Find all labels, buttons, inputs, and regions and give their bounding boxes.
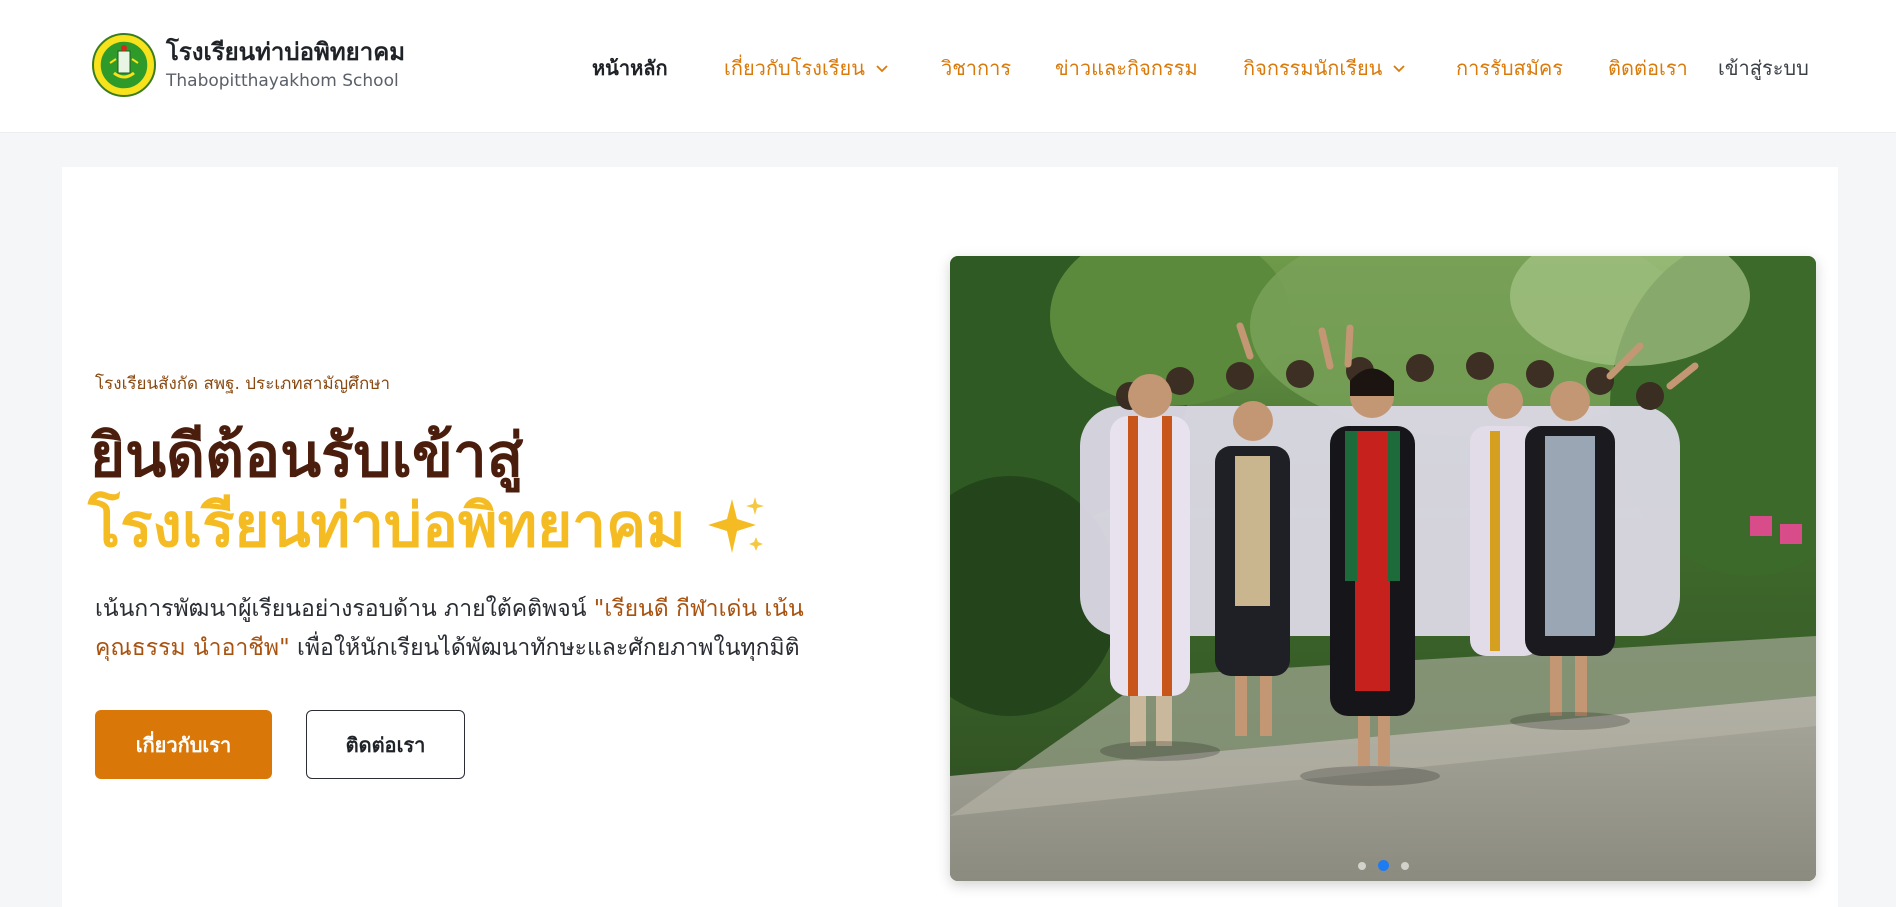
login-link[interactable]: เข้าสู่ระบบ bbox=[1718, 50, 1809, 86]
nav-item-label: หน้าหลัก bbox=[592, 56, 668, 80]
description-text: เน้นการพัฒนาผู้เรียนอย่างรอบด้าน ภายใต้ค… bbox=[95, 596, 594, 622]
nav-item-contact[interactable]: ติดต่อเรา bbox=[1608, 50, 1688, 86]
nav-item-about-school[interactable]: เกี่ยวกับโรงเรียน bbox=[724, 50, 889, 86]
nav-item-academics[interactable]: วิชาการ bbox=[941, 50, 1011, 86]
nav-item-label: การรับสมัคร bbox=[1456, 56, 1564, 80]
nav-item-admissions[interactable]: การรับสมัคร bbox=[1456, 50, 1563, 86]
hero-description: เน้นการพัฒนาผู้เรียนอย่างรอบด้าน ภายใต้ค… bbox=[95, 590, 855, 668]
carousel-dot[interactable] bbox=[1357, 861, 1366, 870]
nav-item-student-activities[interactable]: กิจกรรมนักเรียน bbox=[1243, 50, 1406, 86]
login-label: เข้าสู่ระบบ bbox=[1718, 56, 1809, 80]
hero-title-line1: ยินดีต้อนรับเข้าสู่ bbox=[90, 421, 524, 491]
nav-item-label: เกี่ยวกับโรงเรียน bbox=[724, 56, 865, 80]
carousel-dot[interactable] bbox=[1400, 861, 1409, 870]
description-text: เพื่อให้นักเรียนได้พัฒนาทักษะและศักยภาพใ… bbox=[289, 635, 800, 661]
sparkles-icon bbox=[707, 497, 764, 553]
nav-item-news-activities[interactable]: ข่าวและกิจกรรม bbox=[1055, 50, 1198, 86]
chevron-down-icon bbox=[1393, 65, 1405, 73]
hero-eyebrow: โรงเรียนสังกัด สพฐ. ประเภทสามัญศึกษา bbox=[95, 374, 390, 394]
hero-carousel[interactable] bbox=[950, 256, 1816, 881]
nav-item-label: ข่าวและกิจกรรม bbox=[1055, 56, 1198, 80]
main-nav: หน้าหลัก เกี่ยวกับโรงเรียน วิชาการ ข่าวแ… bbox=[0, 50, 1896, 86]
nav-item-label: วิชาการ bbox=[941, 56, 1012, 80]
site-header: โรงเรียนท่าบ่อพิทยาคม Thabopitthayakhom … bbox=[0, 0, 1896, 133]
nav-item-label: กิจกรรมนักเรียน bbox=[1243, 56, 1383, 80]
carousel-dot-active[interactable] bbox=[1377, 860, 1389, 871]
carousel-indicators bbox=[950, 860, 1816, 871]
graduation-group-photo bbox=[950, 256, 1816, 881]
chevron-down-icon bbox=[876, 65, 888, 73]
hero-title-line2: โรงเรียนท่าบ่อพิทยาคม bbox=[88, 490, 770, 562]
nav-item-label: ติดต่อเรา bbox=[1608, 56, 1688, 80]
hero-title-school: โรงเรียนท่าบ่อพิทยาคม bbox=[88, 491, 686, 561]
about-us-button[interactable]: เกี่ยวกับเรา bbox=[95, 710, 272, 779]
contact-us-button[interactable]: ติดต่อเรา bbox=[306, 710, 465, 779]
nav-item-home[interactable]: หน้าหลัก bbox=[592, 50, 668, 86]
